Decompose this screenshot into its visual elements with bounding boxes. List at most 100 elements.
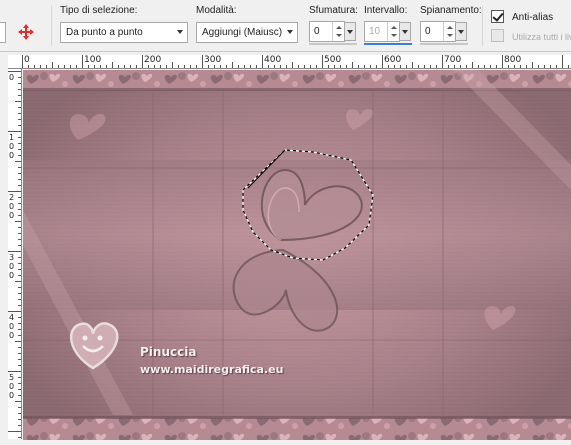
ruler-tick (46, 65, 47, 68)
ruler-tick (18, 365, 21, 366)
ruler-tick (316, 65, 317, 68)
smoothing-spinbox[interactable]: 0 (420, 21, 467, 42)
feather-stepper[interactable] (332, 22, 344, 41)
ruler-tick (100, 65, 101, 68)
ruler-tick (15, 221, 21, 222)
ruler-tick (15, 101, 21, 102)
ruler-tick (286, 65, 287, 68)
ruler-tick (400, 65, 401, 68)
ruler-tick (8, 431, 21, 432)
ruler-tick (226, 65, 227, 68)
ruler-label: 0 (9, 382, 15, 391)
chevron-down-icon (287, 30, 293, 34)
ruler-tick (8, 251, 21, 252)
ruler-tick (148, 65, 149, 68)
ruler-tick (15, 341, 21, 342)
previous-control-edge[interactable] (0, 22, 6, 43)
ruler-label: 100 (84, 55, 102, 65)
ruler-label: 3 (9, 253, 15, 262)
ruler-tick (184, 65, 185, 68)
ruler-tick (262, 55, 263, 68)
ruler-label: 0 (9, 331, 15, 340)
ruler-tick (18, 89, 21, 90)
anti-alias-checkbox[interactable] (491, 10, 504, 23)
ruler-label: 800 (504, 55, 522, 65)
chevron-down-icon (177, 30, 183, 34)
ruler-label: 4 (9, 313, 15, 322)
mode-label: Modalità: (196, 5, 237, 16)
interval-stepper[interactable] (387, 22, 399, 41)
ruler-tick (94, 65, 95, 68)
ruler-label: 500 (324, 55, 342, 65)
feather-spinbox[interactable]: 0 (309, 21, 356, 42)
ruler-tick (18, 113, 21, 114)
ruler-tick (322, 55, 323, 68)
ruler-tick (346, 65, 347, 68)
use-all-layers-label: Utilizza tutti i liv (512, 32, 571, 42)
ruler-tick (64, 65, 65, 68)
smoothing-dropdown-button[interactable] (456, 22, 467, 41)
feather-label: Sfumatura: (309, 5, 358, 16)
ruler-tick (328, 65, 329, 68)
ruler-tick (238, 65, 239, 68)
mode-dropdown[interactable]: Aggiungi (Maiusc) (196, 22, 298, 43)
ruler-tick (18, 359, 21, 360)
ruler-tick (15, 401, 21, 402)
ruler-tick (274, 65, 275, 68)
ruler-tick (8, 311, 21, 312)
interval-dropdown-button[interactable] (400, 22, 411, 41)
ruler-tick (484, 65, 485, 68)
ruler-tick (190, 65, 191, 68)
ruler-tick (40, 65, 41, 68)
ruler-tick (18, 137, 21, 138)
ruler-tick (388, 65, 389, 68)
ruler-label: 0 (9, 391, 15, 400)
ruler-tick (58, 65, 59, 68)
ruler-tick (18, 353, 21, 354)
selection-type-value: Da punto a punto (66, 27, 143, 38)
ruler-tick (18, 377, 21, 378)
ruler-tick (268, 65, 269, 68)
ruler-tick (412, 62, 413, 68)
watermark-site: www.maidiregrafica.eu (140, 363, 284, 376)
ruler-tick (472, 62, 473, 68)
ruler-tick (304, 65, 305, 68)
ruler-tick (18, 233, 21, 234)
ruler-tick (18, 197, 21, 198)
ruler-tick (8, 191, 21, 192)
ruler-tick (52, 62, 53, 68)
ruler-tick (568, 65, 569, 68)
watermark-name: Pinuccia (140, 345, 197, 359)
ruler-tick (142, 55, 143, 68)
use-all-layers-checkbox[interactable] (491, 29, 504, 42)
ruler-label: 2 (9, 193, 15, 202)
ruler-tick (18, 155, 21, 156)
ruler-tick (178, 65, 179, 68)
ruler-label: 0 (9, 142, 15, 151)
selection-type-dropdown[interactable]: Da punto a punto (60, 22, 188, 43)
smoothing-label: Spianamento: (420, 5, 482, 16)
ruler-tick (364, 65, 365, 68)
interval-value: 10 (369, 26, 381, 37)
ruler-tick (544, 65, 545, 68)
ruler-tick (550, 65, 551, 68)
ruler-tick (244, 65, 245, 68)
ruler-tick (160, 65, 161, 68)
smoothing-stepper[interactable] (443, 22, 455, 41)
move-cross-icon[interactable] (17, 23, 35, 41)
interval-spinbox[interactable]: 10 (364, 21, 411, 42)
ruler-tick (18, 125, 21, 126)
ruler-label: 0 (9, 271, 15, 280)
ruler-tick (18, 209, 21, 210)
ruler-label: 600 (384, 55, 402, 65)
image-canvas[interactable]: Pinuccia www.maidiregrafica.eu (23, 70, 571, 440)
ruler-tick (526, 65, 527, 68)
ruler-tick (106, 65, 107, 68)
feather-dropdown-button[interactable] (345, 22, 356, 41)
interval-label: Intervallo: (364, 5, 408, 16)
ruler-tick (538, 65, 539, 68)
ruler-tick (136, 65, 137, 68)
ruler-tick (376, 65, 377, 68)
ruler-tick (442, 55, 443, 68)
ruler-tick (22, 55, 23, 68)
